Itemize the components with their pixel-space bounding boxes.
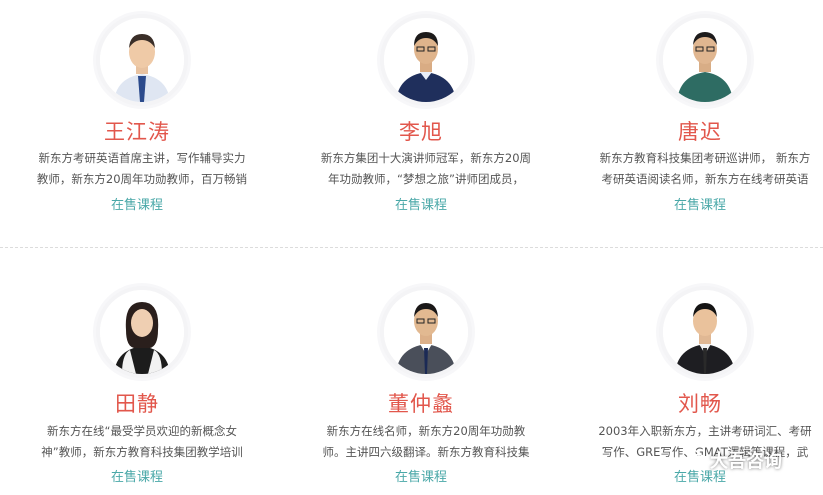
teacher-name: 刘畅 bbox=[678, 392, 722, 416]
teacher-description: 新东方教育科技集团考研巡讲师， 新东方 考研英语阅读名师，新东方在线考研英语 bbox=[593, 148, 817, 190]
avatar[interactable] bbox=[100, 290, 184, 374]
person-photo-icon bbox=[663, 18, 747, 102]
person-photo-icon bbox=[663, 290, 747, 374]
teacher-card-dong-zhongli[interactable]: 董仲蠡 新东方在线名师，新东方20周年功勋教 师。主讲四六级翻译。新东方教育科技… bbox=[284, 248, 558, 495]
avatar[interactable] bbox=[384, 18, 468, 102]
person-photo-icon bbox=[100, 18, 184, 102]
description-line: 新东方在线名师，新东方20周年功勋教 bbox=[326, 424, 526, 438]
teacher-description: 新东方在线名师，新东方20周年功勋教 师。主讲四六级翻译。新东方教育科技集 bbox=[314, 421, 538, 463]
description-line: 新东方在线“最受学员欢迎的新概念女 bbox=[47, 424, 237, 438]
teacher-name: 田静 bbox=[115, 392, 159, 416]
teacher-name: 董仲蠡 bbox=[388, 392, 454, 416]
avatar-frame bbox=[96, 286, 188, 378]
description-line: 师。主讲四六级翻译。新东方教育科技集 bbox=[322, 445, 530, 459]
person-photo-icon bbox=[384, 290, 468, 374]
teacher-description: 新东方考研英语首席主讲，写作辅导实力 教师，新东方20周年功勋教师，百万畅销 bbox=[30, 148, 254, 190]
courses-on-sale-link[interactable]: 在售课程 bbox=[284, 194, 558, 213]
description-line: 考研英语阅读名师，新东方在线考研英语 bbox=[601, 172, 809, 186]
wechat-icon bbox=[682, 448, 706, 473]
watermark-text: 大吾咨询 bbox=[710, 451, 782, 472]
teacher-description: 新东方集团十大演讲师冠军，新东方20周 年功勋教师，“梦想之旅”讲师团成员， bbox=[314, 148, 538, 190]
avatar[interactable] bbox=[384, 290, 468, 374]
teacher-row-1: 王江涛 新东方考研英语首席主讲，写作辅导实力 教师，新东方20周年功勋教师，百万… bbox=[0, 0, 823, 247]
teacher-card-li-xu[interactable]: 李旭 新东方集团十大演讲师冠军，新东方20周 年功勋教师，“梦想之旅”讲师团成员… bbox=[284, 0, 558, 247]
courses-on-sale-link[interactable]: 在售课程 bbox=[563, 194, 823, 213]
description-line: 年功勋教师，“梦想之旅”讲师团成员， bbox=[328, 172, 524, 186]
courses-on-sale-link[interactable]: 在售课程 bbox=[0, 194, 274, 213]
avatar-frame bbox=[380, 286, 472, 378]
teacher-card-wang-jiangtao[interactable]: 王江涛 新东方考研英语首席主讲，写作辅导实力 教师，新东方20周年功勋教师，百万… bbox=[0, 0, 274, 247]
description-line: 新东方考研英语首席主讲，写作辅导实力 bbox=[38, 151, 246, 165]
teacher-card-tang-chi[interactable]: 唐迟 新东方教育科技集团考研巡讲师， 新东方 考研英语阅读名师，新东方在线考研英… bbox=[563, 0, 823, 247]
teacher-description: 新东方在线“最受学员欢迎的新概念女 神”教师，新东方教育科技集团教学培训 bbox=[30, 421, 254, 463]
teacher-name: 李旭 bbox=[399, 120, 443, 144]
description-line: 教师，新东方20周年功勋教师，百万畅销 bbox=[36, 172, 248, 186]
description-line: 2003年入职新东方，主讲考研词汇、考研 bbox=[598, 424, 812, 438]
avatar-frame bbox=[380, 14, 472, 106]
avatar-frame bbox=[659, 14, 751, 106]
description-line: 神”教师，新东方教育科技集团教学培训 bbox=[41, 445, 243, 459]
description-line: 新东方集团十大演讲师冠军，新东方20周 bbox=[320, 151, 532, 165]
teacher-card-tian-jing[interactable]: 田静 新东方在线“最受学员欢迎的新概念女 神”教师，新东方教育科技集团教学培训 … bbox=[0, 248, 274, 495]
description-line: 新东方教育科技集团考研巡讲师， 新东方 bbox=[599, 151, 811, 165]
avatar-frame bbox=[96, 14, 188, 106]
courses-on-sale-link[interactable]: 在售课程 bbox=[284, 466, 558, 485]
courses-on-sale-link[interactable]: 在售课程 bbox=[0, 466, 274, 485]
avatar[interactable] bbox=[663, 18, 747, 102]
avatar-frame bbox=[659, 286, 751, 378]
teacher-name: 唐迟 bbox=[678, 120, 722, 144]
watermark: 大吾咨询 bbox=[682, 448, 782, 472]
avatar[interactable] bbox=[663, 290, 747, 374]
avatar[interactable] bbox=[100, 18, 184, 102]
teacher-name: 王江涛 bbox=[104, 120, 170, 144]
person-photo-icon bbox=[384, 18, 468, 102]
person-photo-icon bbox=[100, 290, 184, 374]
